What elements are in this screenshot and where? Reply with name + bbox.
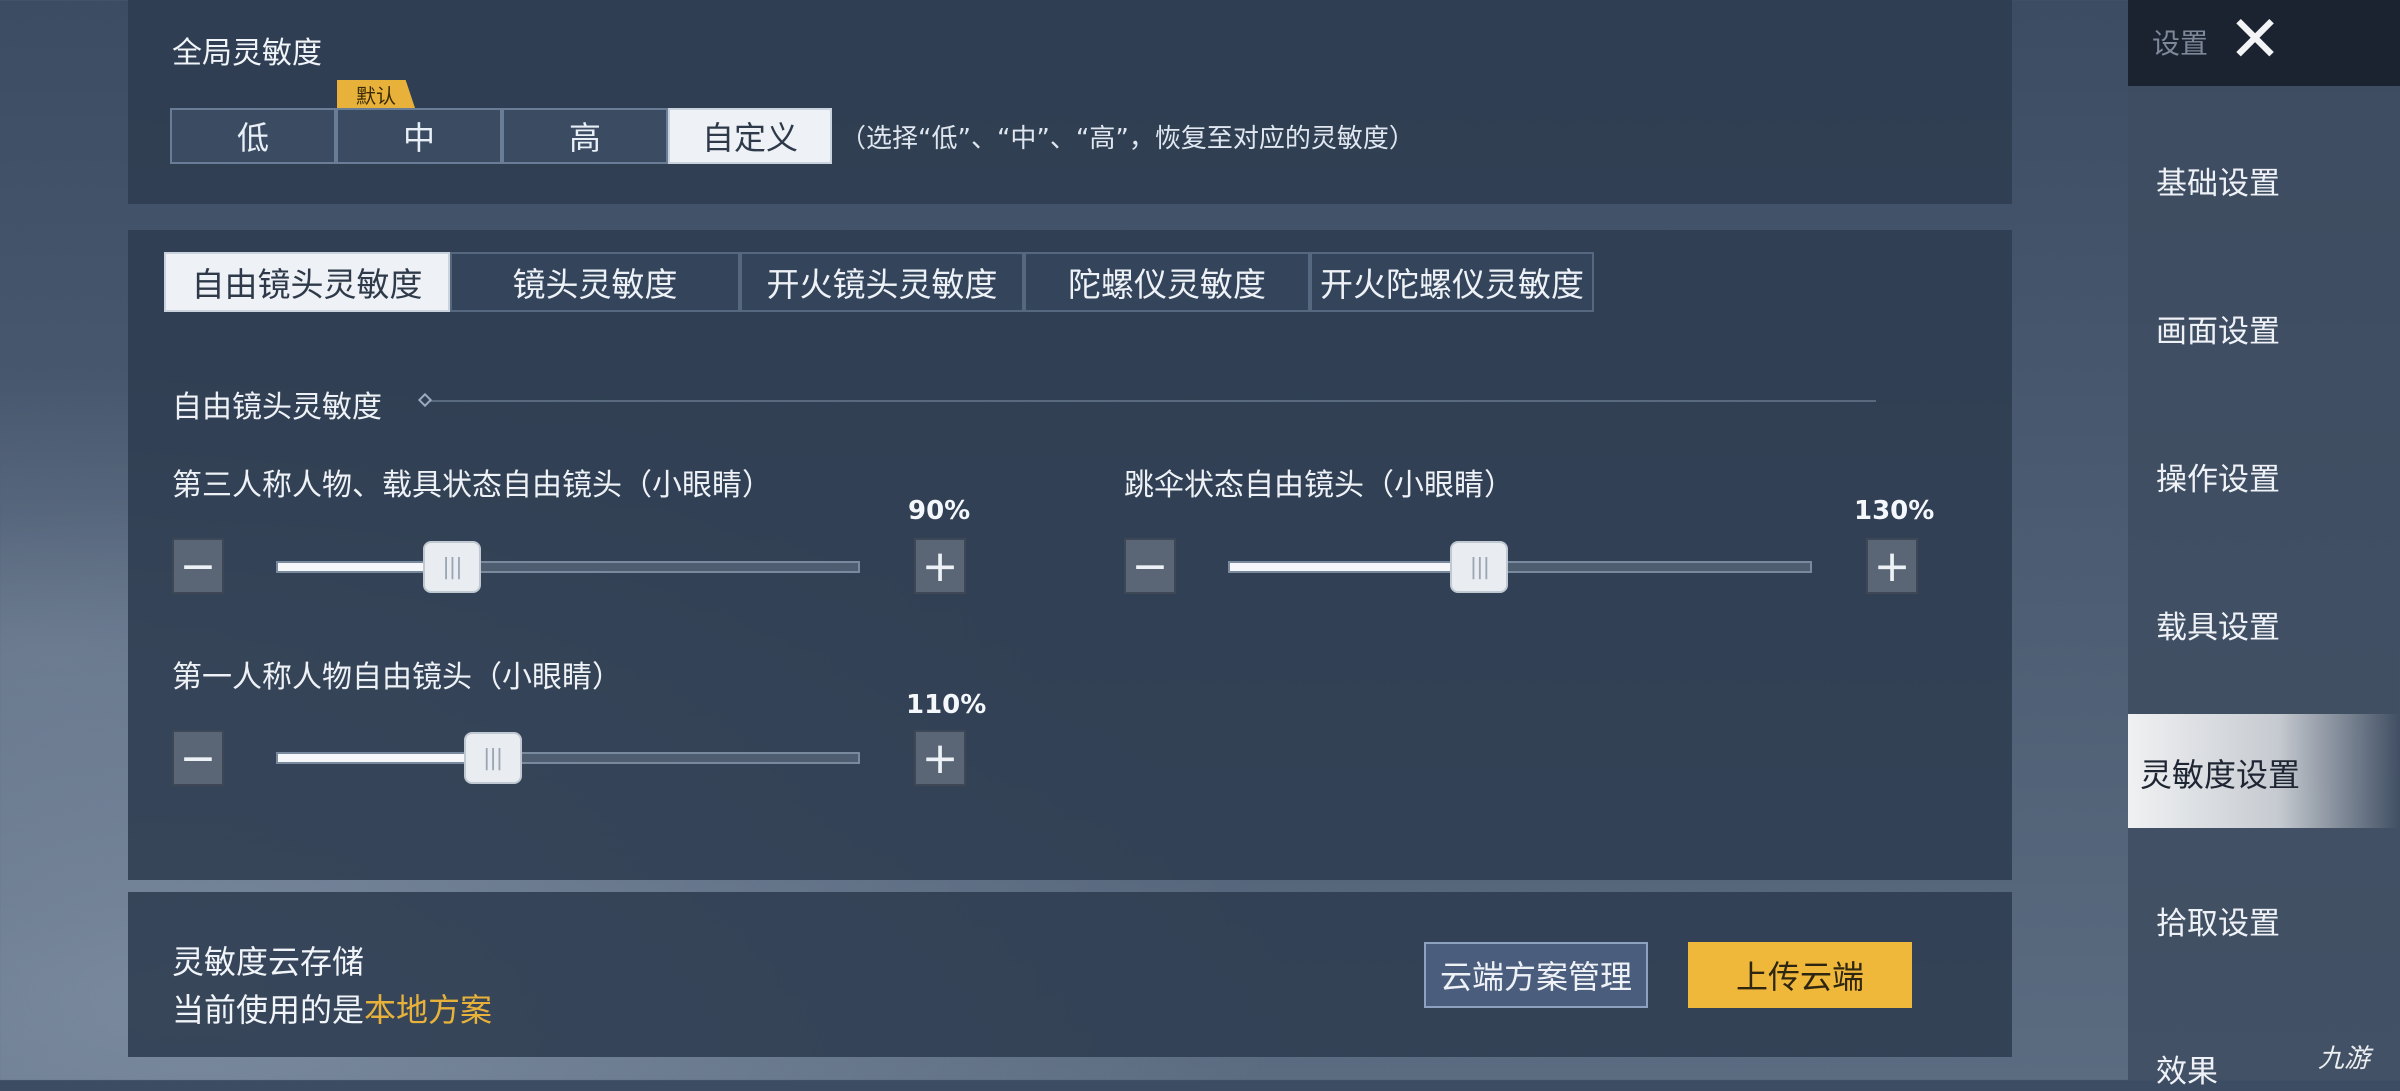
preset-custom-button[interactable]: 自定义 [668,108,832,164]
slider-third-person-thumb[interactable]: ||| [423,541,481,593]
tab-free-camera[interactable]: 自由镜头灵敏度 [164,252,450,312]
slider-third-person-plus-button[interactable]: + [914,538,966,594]
tab-fire-camera[interactable]: 开火镜头灵敏度 [740,252,1024,312]
slider-first-person-track[interactable]: ||| [276,732,860,784]
slider-first-person-fill [278,754,493,762]
slider-third-person-label: 第三人称人物、载具状态自由镜头（小眼睛） [172,468,772,503]
slider-first-person-label: 第一人称人物自由镜头（小眼睛） [172,660,622,695]
current-scheme-prefix: 当前使用的是 [172,991,365,1029]
slider-parachute-minus-button[interactable]: − [1124,538,1176,594]
current-scheme-name: 本地方案 [364,991,493,1029]
tab-gyroscope[interactable]: 陀螺仪灵敏度 [1024,252,1310,312]
preset-high-button[interactable]: 高 [502,108,668,164]
preset-hint: （选择“低”、“中”、“高”，恢复至对应的灵敏度） [840,124,1415,154]
sidebar-item-pickup[interactable]: 拾取设置 [2156,898,2280,943]
close-icon[interactable]: ✕ [2226,8,2284,72]
tab-camera[interactable]: 镜头灵敏度 [450,252,740,312]
sidebar-item-controls[interactable]: 操作设置 [2156,454,2280,499]
global-sensitivity-title: 全局灵敏度 [172,36,322,71]
sidebar-item-effects[interactable]: 效果 [2156,1046,2218,1091]
watermark-logo: 九游 [2318,1044,2371,1074]
cloud-scheme-manage-button[interactable]: 云端方案管理 [1424,942,1648,1008]
slider-parachute-track[interactable]: ||| [1228,541,1812,593]
slider-first-person-value: 110% [906,690,987,720]
sidebar-item-sensitivity[interactable]: 灵敏度设置 [2140,750,2300,796]
sidebar-item-graphics[interactable]: 画面设置 [2156,306,2280,351]
slider-parachute-value: 130% [1854,496,1935,526]
slider-parachute-plus-button[interactable]: + [1866,538,1918,594]
slider-third-person-minus-button[interactable]: − [172,538,224,594]
slider-first-person-thumb[interactable]: ||| [463,732,522,784]
upload-cloud-button[interactable]: 上传云端 [1688,942,1912,1008]
slider-third-person-track[interactable]: ||| [276,541,860,593]
preset-low-button[interactable]: 低 [170,108,336,164]
slider-first-person-minus-button[interactable]: − [172,730,224,786]
section-title: 自由镜头灵敏度 [172,390,382,425]
slider-third-person-value: 90% [908,496,971,526]
sidebar-item-vehicle[interactable]: 载具设置 [2156,602,2280,647]
tab-fire-gyroscope[interactable]: 开火陀螺仪灵敏度 [1310,252,1594,312]
slider-parachute-thumb[interactable]: ||| [1450,541,1509,593]
slider-first-person-plus-button[interactable]: + [914,730,966,786]
sensitivity-detail-panel [128,230,2012,880]
preset-medium-button[interactable]: 中 [336,108,502,164]
cloud-storage-title: 灵敏度云存储 [172,943,365,981]
slider-parachute-label: 跳伞状态自由镜头（小眼睛） [1124,468,1514,503]
section-divider [430,400,1876,402]
sidebar-item-basic[interactable]: 基础设置 [2156,158,2280,203]
current-scheme-text: 当前使用的是本地方案 [172,985,492,1031]
sidebar-header-title: 设置 [2152,27,2209,60]
slider-parachute-fill [1230,563,1480,571]
default-badge: 默认 [337,80,415,108]
